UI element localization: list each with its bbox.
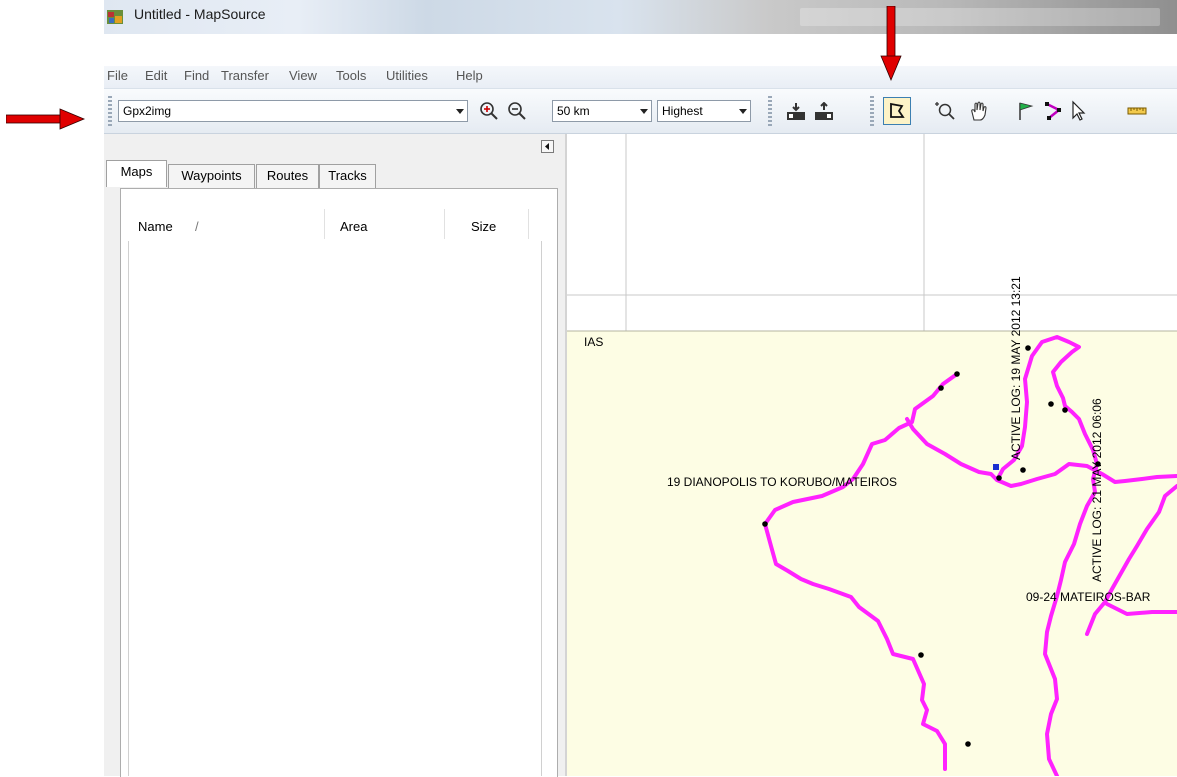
background-window-ghost	[800, 8, 1160, 26]
route-tool-icon[interactable]	[1042, 99, 1066, 123]
menu-edit[interactable]: Edit	[145, 68, 167, 83]
toolbar-grip[interactable]	[768, 96, 772, 126]
menu-help[interactable]: Help	[456, 68, 483, 83]
tab-waypoints[interactable]: Waypoints	[168, 164, 255, 188]
map-label-track-0924: 09-24 MATEIROS-BAR	[1026, 590, 1151, 604]
column-area[interactable]: Area	[340, 219, 367, 234]
menu-transfer[interactable]: Transfer	[221, 68, 269, 83]
track-point[interactable]	[954, 371, 960, 377]
chevron-down-icon	[456, 109, 464, 114]
menu-utilities[interactable]: Utilities	[386, 68, 428, 83]
send-to-device-icon[interactable]	[812, 100, 836, 124]
map-land-area	[567, 331, 1177, 776]
map-label-track-19: 19 DIANOPOLIS TO KORUBO/MATEIROS	[667, 475, 898, 489]
menu-tools[interactable]: Tools	[336, 68, 366, 83]
map-label-active-log-1: ACTIVE LOG: 19 MAY 2012 13:21	[1009, 276, 1023, 460]
zoom-out-icon[interactable]	[505, 99, 529, 123]
chevron-down-icon	[640, 109, 648, 114]
map-label-ias: IAS	[584, 335, 604, 349]
mapsource-app-icon	[107, 10, 123, 24]
red-arrow-down-icon	[880, 5, 902, 85]
hand-tool-icon[interactable]	[967, 99, 991, 123]
column-divider[interactable]	[324, 209, 325, 239]
zoom-tool-icon[interactable]	[933, 99, 957, 123]
measure-tool-icon[interactable]	[1125, 99, 1149, 123]
tab-routes[interactable]: Routes	[256, 164, 319, 188]
column-divider[interactable]	[528, 209, 529, 239]
receive-from-device-icon[interactable]	[784, 100, 808, 124]
chevron-down-icon	[739, 109, 747, 114]
waypoint-tool-icon[interactable]	[1014, 99, 1038, 123]
sort-indicator: /	[195, 219, 199, 234]
zoom-scale-select[interactable]: 50 km	[552, 100, 652, 122]
map-select-tool-icon[interactable]	[883, 97, 911, 125]
track-point[interactable]	[1048, 401, 1054, 407]
window-title: Untitled - MapSource	[134, 6, 266, 22]
column-divider[interactable]	[444, 209, 445, 239]
selection-tool-icon[interactable]	[1066, 99, 1090, 123]
tab-tracks[interactable]: Tracks	[319, 164, 376, 188]
track-point[interactable]	[965, 741, 971, 747]
collapse-panel-button[interactable]	[541, 140, 554, 153]
track-point[interactable]	[1020, 467, 1026, 473]
menu-file[interactable]: File	[107, 68, 128, 83]
maps-list-body[interactable]	[128, 241, 542, 776]
toolbar-grip[interactable]	[870, 96, 874, 126]
track-point[interactable]	[918, 652, 924, 658]
menu-find[interactable]: Find	[184, 68, 209, 83]
menu-view[interactable]: View	[289, 68, 317, 83]
track-point[interactable]	[1062, 407, 1068, 413]
column-size[interactable]: Size	[471, 219, 496, 234]
zoom-in-icon[interactable]	[477, 99, 501, 123]
map-product-select[interactable]: Gpx2img	[118, 100, 468, 122]
detail-level-value: Highest	[662, 104, 703, 118]
track-point[interactable]	[996, 475, 1002, 481]
track-point[interactable]	[762, 521, 768, 527]
map-label-active-log-2: ACTIVE LOG: 21 MAY 2012 06:06	[1090, 398, 1104, 582]
toolbar-grip[interactable]	[108, 96, 112, 126]
map-view[interactable]: IAS 19 DIANOPOLIS TO KORUBO/MATEIROS 09-…	[567, 134, 1177, 776]
track-point[interactable]	[938, 385, 944, 391]
zoom-scale-value: 50 km	[557, 104, 590, 118]
tab-maps[interactable]: Maps	[106, 160, 167, 187]
start-point-marker[interactable]	[993, 464, 999, 470]
map-product-value: Gpx2img	[123, 104, 172, 118]
detail-level-select[interactable]: Highest	[657, 100, 751, 122]
track-point[interactable]	[1025, 345, 1031, 351]
column-name[interactable]: Name	[138, 219, 173, 234]
red-arrow-right-icon	[5, 108, 86, 133]
